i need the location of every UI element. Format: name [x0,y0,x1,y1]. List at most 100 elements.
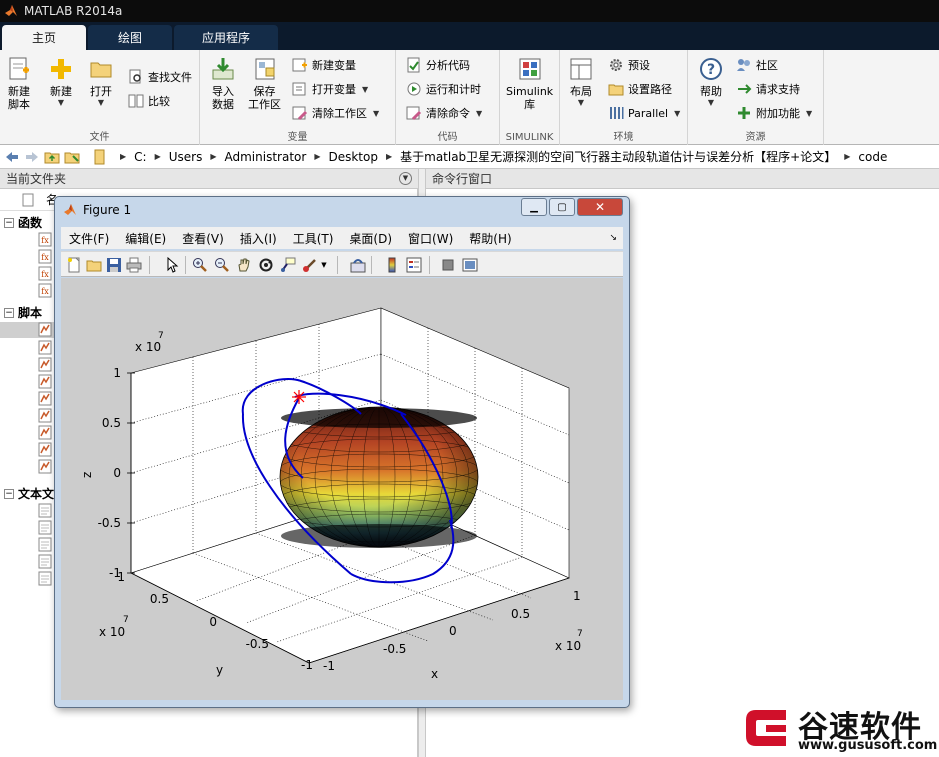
script-file-icon[interactable] [38,442,52,457]
set-path-button[interactable]: 设置路径 [608,80,672,98]
function-file-icon[interactable]: fx [38,283,52,298]
new-figure-button[interactable] [65,256,83,274]
analyze-code-button[interactable]: 分析代码 [406,56,470,74]
compare-button[interactable]: 比较 [128,92,170,110]
browse-folder-icon[interactable] [64,149,80,165]
breadcrumb-project[interactable]: 基于matlab卫星无源探测的空间飞行器主动段轨道估计与误差分析【程序+论文】 [400,148,836,165]
tree-section-scripts[interactable]: − 脚本 [4,304,42,321]
minimize-button[interactable]: ▁ [521,198,547,216]
menu-view[interactable]: 查看(V) [182,230,224,247]
text-file-icon[interactable] [38,571,52,586]
forward-arrow-icon[interactable] [24,149,40,165]
colorbar-button[interactable] [383,256,401,274]
maximize-button[interactable]: ▢ [549,198,575,216]
function-file-icon[interactable]: fx [38,249,52,264]
request-support-button[interactable]: 请求支持 [736,80,800,98]
script-file-icon[interactable] [38,459,52,474]
up-folder-icon[interactable] [44,149,60,165]
simulink-library-button[interactable]: Simulink 库 [506,56,553,111]
breadcrumb-users[interactable]: Users [169,150,203,164]
open-button[interactable]: 打开 ▼ [88,56,114,107]
brush-icon [303,259,316,272]
brush-dropdown-icon: ▼ [321,261,327,269]
tree-section-functions[interactable]: − 函数 [4,214,42,231]
menu-file[interactable]: 文件(F) [69,230,109,247]
script-file-icon[interactable] [38,322,52,337]
function-file-icon[interactable]: fx [38,232,52,247]
brush-dropdown[interactable]: ▼ [319,256,329,274]
run-and-time-button[interactable]: 运行和计时 [406,80,481,98]
preferences-button[interactable]: 预设 [608,56,650,74]
figure-titlebar[interactable]: Figure 1 [63,203,131,217]
script-file-icon[interactable] [38,357,52,372]
script-file-icon[interactable] [38,374,52,389]
menu-desktop[interactable]: 桌面(D) [349,230,392,247]
zoom-in-button[interactable] [191,256,209,274]
data-cursor-button[interactable] [279,256,297,274]
figure-canvas[interactable]: 1 0.5 0 -0.5 -1 x 10 7 z 1 0.5 0 -0.5 -1… [61,278,623,700]
dock-arrow-icon[interactable]: ↘ [609,233,617,243]
new-button[interactable]: 新建 ▼ [48,56,74,107]
collapse-toggle-icon[interactable]: − [4,488,14,499]
zoom-out-button[interactable] [213,256,231,274]
tab-home[interactable]: 主页 [2,25,86,50]
function-file-icon[interactable]: fx [38,266,52,281]
parallel-button[interactable]: Parallel ▼ [608,104,680,122]
menu-edit[interactable]: 编辑(E) [125,230,166,247]
new-variable-button[interactable]: 新建变量 [292,56,356,74]
clear-workspace-button[interactable]: 清除工作区 ▼ [292,104,379,122]
rotate-3d-button[interactable] [257,256,275,274]
text-file-icon[interactable] [38,537,52,552]
text-file-icon[interactable] [38,520,52,535]
script-file-icon[interactable] [38,391,52,406]
script-file-icon[interactable] [38,340,52,355]
script-file-icon[interactable] [38,408,52,423]
pan-button[interactable] [235,256,253,274]
svg-text:fx: fx [41,236,49,245]
menu-window[interactable]: 窗口(W) [408,230,453,247]
tab-apps[interactable]: 应用程序 [174,25,278,50]
clear-commands-button[interactable]: 清除命令 ▼ [406,104,482,122]
breadcrumb-desktop[interactable]: Desktop [328,150,378,164]
open-variable-button[interactable]: 打开变量 ▼ [292,80,368,98]
save-figure-button[interactable] [105,256,123,274]
find-files-button[interactable]: 查找文件 [128,68,192,86]
collapse-toggle-icon[interactable]: − [4,217,14,228]
panel-menu-icon[interactable]: ▼ [399,172,412,185]
show-plot-tools-button[interactable] [461,256,479,274]
text-file-icon[interactable] [38,554,52,569]
collapse-toggle-icon[interactable]: − [4,307,14,318]
open-file-button[interactable] [85,256,103,274]
close-button[interactable]: ✕ [577,198,623,216]
edit-plot-button[interactable] [163,256,181,274]
figure-window[interactable]: Figure 1 ▁ ▢ ✕ 文件(F) 编辑(E) 查看(V) 插入(I) 工… [54,196,630,708]
breadcrumb-administrator[interactable]: Administrator [225,150,307,164]
script-file-icon[interactable] [38,425,52,440]
layout-button[interactable]: 布局 ▼ [568,56,594,107]
help-button[interactable]: ? 帮助 ▼ [698,56,724,107]
menu-insert[interactable]: 插入(I) [240,230,277,247]
tab-plots[interactable]: 绘图 [88,25,172,50]
tree-section-text-files[interactable]: − 文本文 [4,485,54,502]
menu-help[interactable]: 帮助(H) [469,230,511,247]
print-figure-button[interactable] [125,256,143,274]
back-arrow-icon[interactable] [4,149,20,165]
community-button[interactable]: 社区 [736,56,778,74]
svg-text:fx: fx [41,253,49,262]
run-and-time-label: 运行和计时 [426,83,481,96]
x-exponent-power: 7 [577,629,583,639]
menu-tools[interactable]: 工具(T) [293,230,334,247]
legend-button[interactable] [405,256,423,274]
add-ons-button[interactable]: 附加功能 ▼ [736,104,812,122]
breadcrumb-code[interactable]: code [858,150,887,164]
save-workspace-button[interactable]: 保存 工作区 [248,56,281,111]
3d-plot[interactable]: 1 0.5 0 -0.5 -1 x 10 7 z 1 0.5 0 -0.5 -1… [61,278,623,700]
hide-plot-tools-button[interactable] [439,256,457,274]
link-plot-button[interactable] [349,256,367,274]
import-data-button[interactable]: 导入 数据 [210,56,236,111]
parallel-dropdown-icon: ▼ [674,108,681,118]
new-script-button[interactable]: 新建 脚本 [6,56,32,111]
breadcrumb-c[interactable]: C: [134,150,146,164]
brush-button[interactable] [301,256,319,274]
text-file-icon[interactable] [38,503,52,518]
